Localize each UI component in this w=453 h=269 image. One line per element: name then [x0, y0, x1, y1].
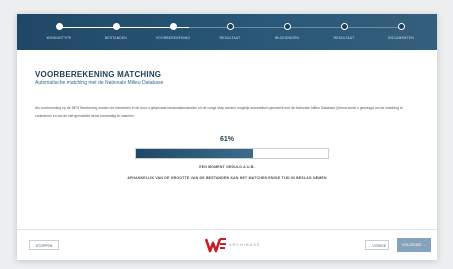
step-label: BESTANDEN — [105, 36, 127, 40]
next-button[interactable]: VOLGENDE → — [397, 238, 431, 252]
step-dot-icon — [283, 23, 291, 30]
step-label: VOORBEREKENING — [155, 36, 191, 40]
progress-stepper: WONINGTYPE BESTANDEN VOORBEREKENING RESU… — [17, 14, 437, 50]
step-dot-icon — [169, 23, 177, 30]
step-wijzigingen[interactable]: WIJZIGINGEN — [257, 23, 317, 40]
step-resultaat[interactable]: RESULTAAT — [200, 23, 260, 40]
duration-note: AFHANKELIJK VAN DE GROOTTE VAN DE BESTAN… — [127, 176, 327, 180]
step-label: RESULTAAT — [219, 36, 241, 40]
step-dot-icon — [397, 23, 405, 30]
previous-button[interactable]: ← VORIGE — [365, 240, 389, 250]
step-label: DOCUMENTEN — [388, 36, 414, 40]
step-resultaat-2[interactable]: RESULTAAT — [314, 23, 374, 40]
footer-bar: STOPPEN ARCHIBASE ← VORIGE VOLGENDE → — [17, 229, 437, 260]
page-subtitle: Automatische matching met de Nationale M… — [35, 80, 164, 86]
step-dot-icon — [112, 23, 120, 30]
step-dot-icon — [226, 23, 234, 30]
step-bestanden[interactable]: BESTANDEN — [86, 23, 146, 40]
progress-percentage: 61% — [219, 136, 234, 143]
step-wonintype[interactable]: WONINGTYPE — [29, 23, 89, 40]
page-title: VOORBEREKENING MATCHING — [35, 70, 162, 79]
wizard-card: WONINGTYPE BESTANDEN VOORBEREKENING RESU… — [17, 14, 437, 260]
step-dot-icon — [340, 23, 348, 30]
logo-wordmark: ARCHIBASE — [229, 243, 261, 247]
wait-message: EEN MOMENT GEDULD A.U.B. — [199, 165, 255, 169]
step-dot-icon — [55, 23, 63, 30]
step-voorberekening[interactable]: VOORBEREKENING — [143, 23, 203, 40]
step-documenten[interactable]: DOCUMENTEN — [371, 23, 431, 40]
step-label: RESULTAAT — [333, 36, 355, 40]
brand-logo: ARCHIBASE — [205, 236, 275, 254]
intro-paragraph: Als voorbereiding op de MPG Berekening w… — [35, 106, 403, 118]
progress-bar — [135, 148, 329, 159]
step-label: WONINGTYPE — [46, 36, 72, 40]
progress-bar-fill — [136, 149, 254, 158]
stop-button[interactable]: STOPPEN — [29, 240, 59, 250]
step-label: WIJZIGINGEN — [274, 36, 300, 40]
archibase-logo-icon — [205, 238, 226, 253]
